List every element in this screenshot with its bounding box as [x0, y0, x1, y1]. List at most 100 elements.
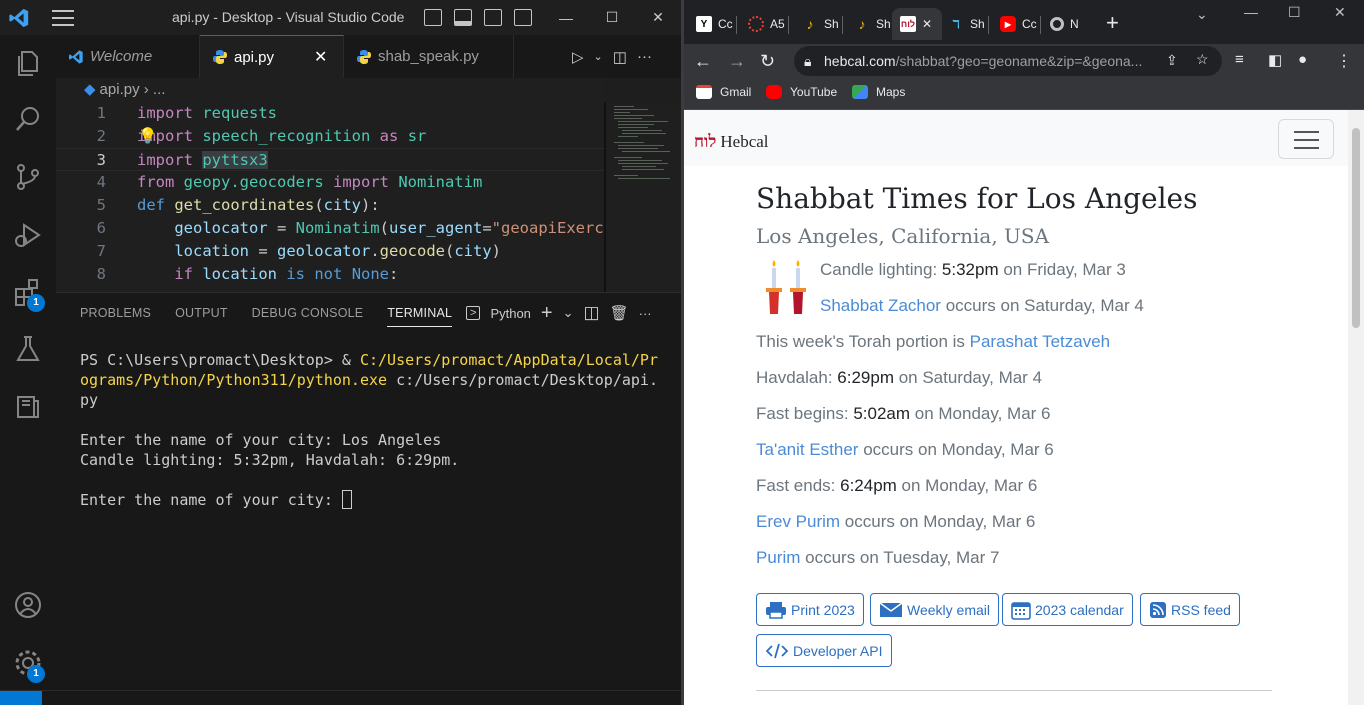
terminal-shell-label[interactable]: Python	[490, 306, 530, 321]
taanit-esther-link[interactable]: Ta'anit Esther	[756, 440, 858, 459]
lightbulb-icon[interactable]: 💡	[138, 125, 157, 148]
address-bar[interactable]: 🔒︎ hebcal.com/shabbat?geo=geoname&zip=&g…	[794, 46, 1222, 76]
developer-api-button[interactable]: Developer API	[756, 634, 892, 667]
remote-explorer-icon[interactable]	[12, 391, 44, 423]
browser-tab[interactable]: A5	[748, 8, 785, 40]
tab-close-icon[interactable]: ✕	[314, 47, 327, 67]
minimap[interactable]	[604, 102, 681, 292]
minimize-icon[interactable]: —	[543, 0, 589, 35]
site-logo[interactable]: לוח Hebcal	[694, 132, 769, 152]
tab-welcome[interactable]: Welcome	[56, 35, 200, 78]
browser-tab[interactable]: ▶ Cc	[1000, 8, 1037, 40]
split-terminal-icon[interactable]: ◫	[584, 303, 600, 323]
trash-icon[interactable]: 🗑	[610, 304, 629, 322]
code-editor[interactable]: 1 import requests 2 import speech_recognit…	[56, 102, 604, 292]
browser-tab[interactable]: ♪ Sh	[854, 8, 891, 40]
print-button[interactable]: Print 2023	[756, 593, 864, 626]
media-icon[interactable]: ≡	[1235, 51, 1244, 68]
toggle-panel-icon[interactable]	[454, 9, 472, 26]
new-terminal-icon[interactable]: +	[541, 302, 553, 325]
weekly-email-button[interactable]: Weekly email	[870, 593, 999, 626]
browser-tab[interactable]: ℸ Sh	[948, 8, 984, 40]
explorer-icon[interactable]	[12, 47, 44, 79]
profile-icon[interactable]: ●	[1298, 51, 1307, 68]
calendar-button[interactable]: 2023 calendar	[1002, 593, 1133, 626]
close-icon[interactable]: ✕	[1334, 4, 1346, 21]
reload-icon[interactable]: ↻	[760, 51, 775, 72]
toggle-sidebar-icon[interactable]	[424, 9, 442, 26]
code-icon	[765, 642, 789, 660]
new-tab-icon[interactable]: +	[1106, 10, 1119, 36]
browser-tab[interactable]: Y Cc	[696, 8, 733, 40]
browser-tab[interactable]: N	[1050, 8, 1079, 40]
share-icon[interactable]: ⇪	[1166, 52, 1178, 69]
side-panel-icon[interactable]: ◧	[1268, 51, 1282, 69]
panel-actions: > Python + ⌄ ◫ 🗑 ···	[466, 293, 652, 333]
chrome-menu-icon[interactable]: ⋮	[1336, 51, 1352, 71]
toggle-secondary-sidebar-icon[interactable]	[484, 9, 502, 26]
minimize-icon[interactable]: —	[1244, 4, 1258, 20]
terminal-dropdown-icon[interactable]: ⌄	[563, 305, 574, 321]
maximize-icon[interactable]: ☐	[1288, 4, 1301, 21]
browser-tab[interactable]: ♪ Sh	[802, 8, 839, 40]
more-actions-icon[interactable]: ···	[637, 48, 652, 65]
page-scrollbar[interactable]	[1348, 110, 1364, 705]
code-line-current: 3 import pyttsx3	[56, 148, 604, 171]
run-debug-icon[interactable]	[12, 219, 44, 251]
y-icon: Y	[696, 16, 712, 32]
tab-api-py[interactable]: api.py ✕	[200, 35, 344, 78]
web-page: לוח Hebcal Shabbat Times for Los Angeles …	[684, 110, 1364, 705]
hamburger-menu-icon[interactable]	[52, 10, 74, 26]
havdalah: Havdalah: 6:29pm on Saturday, Mar 4	[756, 368, 1043, 387]
tab-problems[interactable]: PROBLEMS	[56, 293, 164, 333]
tab-output[interactable]: OUTPUT	[164, 293, 241, 333]
bookmark-gmail[interactable]: Gmail	[696, 85, 751, 99]
bookmark-maps[interactable]: Maps	[852, 85, 905, 99]
status-bar	[0, 690, 681, 705]
extensions-badge: 1	[27, 294, 45, 312]
rss-feed-button[interactable]: RSS feed	[1140, 593, 1240, 626]
purim-link[interactable]: Purim	[756, 548, 800, 567]
tab-search-icon[interactable]: ⌄	[1196, 6, 1208, 23]
chrome-icon	[1050, 17, 1064, 31]
source-control-icon[interactable]	[12, 161, 44, 193]
candles-icon	[766, 260, 806, 314]
parashat-link[interactable]: Parashat Tetzaveh	[970, 332, 1111, 351]
tab-debug-console[interactable]: DEBUG CONSOLE	[241, 293, 377, 333]
bookmark-youtube[interactable]: YouTube	[766, 85, 837, 99]
run-dropdown-icon[interactable]: ⌄	[594, 50, 603, 63]
bookmark-star-icon[interactable]: ☆	[1196, 51, 1209, 68]
vscode-logo-icon	[9, 8, 29, 28]
tab-shab-speak-py[interactable]: shab_speak.py	[344, 35, 514, 78]
flame-icon: ♪	[858, 16, 866, 32]
tab-close-icon[interactable]: ✕	[922, 17, 932, 31]
breadcrumb[interactable]: ◆ api.py › ...	[56, 78, 604, 102]
browser-tab-active[interactable]: לוח ✕	[892, 8, 942, 40]
bottom-panel: PROBLEMS OUTPUT DEBUG CONSOLE TERMINAL >…	[56, 292, 681, 690]
shabbat-zachor-link[interactable]: Shabbat Zachor	[820, 296, 941, 315]
code-line: 6 geolocator = Nominatim(user_agent="geo…	[96, 219, 604, 237]
nav-toggle-button[interactable]	[1278, 119, 1334, 159]
python-file-icon: ◆	[84, 81, 96, 98]
tab-label: shab_speak.py	[378, 48, 479, 65]
code-line: 8 if location is not None:	[96, 265, 399, 283]
search-icon[interactable]	[12, 103, 44, 135]
accounts-icon[interactable]	[12, 589, 44, 621]
settings-badge: 1	[27, 665, 45, 683]
erev-purim-link[interactable]: Erev Purim	[756, 512, 840, 531]
testing-icon[interactable]	[12, 333, 44, 365]
panel-more-icon[interactable]: ···	[639, 306, 652, 321]
terminal-output[interactable]: PS C:\Users\promact\Desktop> & C:/Users/…	[80, 350, 670, 510]
fast-begins: Fast begins: 5:02am on Monday, Mar 6	[756, 404, 1051, 423]
remote-indicator[interactable]	[0, 691, 42, 705]
close-icon[interactable]: ✕	[635, 0, 681, 35]
back-icon[interactable]: ←	[694, 51, 712, 72]
divider	[756, 690, 1272, 691]
page-title: Shabbat Times for Los Angeles	[756, 182, 1198, 215]
maximize-icon[interactable]: ☐	[589, 0, 635, 35]
tab-terminal[interactable]: TERMINAL	[376, 293, 465, 333]
split-editor-icon[interactable]: ◫	[613, 48, 627, 66]
run-python-icon[interactable]: ▷	[572, 48, 584, 66]
customize-layout-icon[interactable]	[514, 9, 532, 26]
forward-icon[interactable]: →	[728, 51, 746, 72]
